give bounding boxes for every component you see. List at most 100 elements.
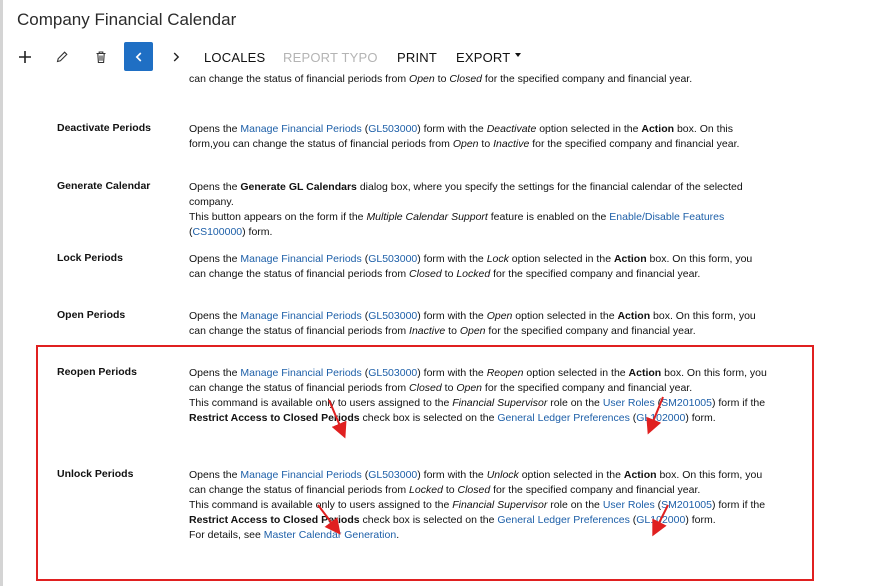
text-run: option selected in the [518, 469, 624, 481]
text-run: feature is enabled on the [487, 211, 610, 223]
text-run: Opens the [189, 181, 241, 193]
text-run: option selected in the [523, 367, 629, 379]
text-run: check box is selected on the [359, 514, 498, 526]
help-link[interactable]: GL503000 [368, 367, 417, 379]
text-run: for the specified company and financial … [482, 73, 693, 85]
help-link[interactable]: CS100000 [193, 226, 243, 238]
italic-term: Financial Supervisor [452, 499, 548, 511]
help-link[interactable]: General Ledger Preferences [497, 412, 630, 424]
text-run: for the specified company and financial … [490, 484, 701, 496]
help-link[interactable]: Manage Financial Periods [240, 253, 361, 265]
description-paragraph: This command is available only to users … [189, 498, 769, 528]
text-run: ) form with the [417, 310, 487, 322]
italic-term: Deactivate [486, 123, 537, 135]
help-link[interactable]: Manage Financial Periods [240, 469, 361, 481]
italic-term: Closed [449, 73, 483, 85]
description-paragraph: Opens the Manage Financial Periods (GL50… [189, 72, 769, 87]
italic-term: Locked [409, 484, 443, 496]
caret-down-icon [515, 53, 522, 57]
command-name: Generate Calendar [57, 180, 151, 192]
help-link[interactable]: Enable/Disable Features [609, 211, 724, 223]
previous-button[interactable] [124, 42, 153, 71]
help-content: Opens the Manage Financial Periods (GL50… [0, 72, 881, 586]
bold-term: Restrict Access to Closed Periods [189, 514, 360, 526]
pencil-icon [56, 51, 68, 63]
text-run: ) form with the [417, 367, 487, 379]
text-run: to [434, 73, 450, 85]
italic-term: Unlock [486, 469, 519, 481]
text-run: role on the [547, 499, 603, 511]
text-run: to [445, 325, 460, 337]
edit-button[interactable] [51, 42, 73, 72]
toolbar: LOCALES REPORT TYPO PRINT EXPORT [0, 42, 881, 72]
description-paragraph: Opens the Manage Financial Periods (GL50… [189, 122, 769, 152]
bold-term: Action [623, 469, 657, 481]
bold-term: Action [641, 123, 675, 135]
text-run: role on the [547, 397, 603, 409]
report-typo-button[interactable]: REPORT TYPO [283, 42, 378, 72]
help-link[interactable]: User Roles [603, 397, 655, 409]
command-description: Opens the Manage Financial Periods (GL50… [189, 252, 769, 282]
italic-term: Open [459, 325, 486, 337]
help-link[interactable]: GL102000 [636, 412, 685, 424]
help-link[interactable]: General Ledger Preferences [497, 514, 630, 526]
bold-term: Action [628, 367, 662, 379]
print-button[interactable]: PRINT [397, 42, 437, 72]
help-link[interactable]: GL503000 [368, 253, 417, 265]
next-button[interactable] [165, 42, 187, 72]
description-paragraph: Opens the Manage Financial Periods (GL50… [189, 366, 769, 396]
command-name: Reopen Periods [57, 366, 137, 378]
help-link[interactable]: GL503000 [368, 123, 417, 135]
command-description: Opens the Manage Financial Periods (GL50… [189, 468, 769, 543]
help-link[interactable]: GL503000 [368, 310, 417, 322]
help-link[interactable]: Manage Financial Periods [240, 123, 361, 135]
text-run: for the specified company and financial … [490, 268, 701, 280]
command-name: Lock Periods [57, 252, 123, 264]
text-run: Opens the [189, 367, 241, 379]
help-link[interactable]: Manage Financial Periods [240, 367, 361, 379]
export-label: EXPORT [456, 49, 511, 65]
text-run: Opens the [189, 310, 241, 322]
command-name: Deactivate Periods [57, 122, 151, 134]
locales-button[interactable]: LOCALES [204, 42, 265, 72]
chevron-left-icon [135, 51, 141, 62]
help-link[interactable]: SM201005 [661, 499, 712, 511]
italic-term: Closed [409, 268, 442, 280]
delete-button[interactable] [90, 42, 112, 72]
text-run: ) form if the [711, 499, 766, 511]
text-run: option selected in the [508, 253, 614, 265]
description-paragraph: Opens the Manage Financial Periods (GL50… [189, 252, 769, 282]
help-link[interactable]: SM201005 [661, 397, 712, 409]
italic-term: Open [456, 382, 483, 394]
text-run: ) form. [685, 412, 716, 424]
add-button[interactable] [14, 42, 36, 72]
help-link[interactable]: GL503000 [368, 469, 417, 481]
help-link[interactable]: Master Calendar Generation [264, 529, 397, 541]
italic-term: Closed [409, 382, 442, 394]
text-run: option selected in the [512, 310, 618, 322]
plus-icon [19, 51, 31, 63]
italic-term: Lock [486, 253, 509, 265]
description-paragraph: Opens the Manage Financial Periods (GL50… [189, 468, 769, 498]
help-link[interactable]: GL102000 [636, 514, 685, 526]
command-description: Opens the Manage Financial Periods (GL50… [189, 122, 769, 152]
bold-term: Restrict Access to Closed Periods [189, 412, 360, 424]
help-link[interactable]: Manage Financial Periods [240, 310, 361, 322]
description-paragraph: This button appears on the form if the M… [189, 210, 769, 240]
help-link[interactable]: User Roles [603, 499, 655, 511]
export-button[interactable]: EXPORT [456, 42, 522, 72]
text-run: to [442, 484, 458, 496]
description-paragraph: Opens the Generate GL Calendars dialog b… [189, 180, 769, 210]
italic-term: Closed [457, 484, 491, 496]
text-run: option selected in the [536, 123, 642, 135]
page-title: Company Financial Calendar [17, 10, 237, 29]
trash-icon [96, 51, 106, 64]
text-run: Opens the [189, 253, 241, 265]
text-run: to [441, 268, 457, 280]
text-run: . [396, 529, 400, 541]
text-run: Opens the [189, 469, 241, 481]
text-run: ) form if the [711, 397, 766, 409]
description-paragraph: Opens the Manage Financial Periods (GL50… [189, 309, 769, 339]
italic-term: Inactive [493, 138, 530, 150]
command-description: Opens the Generate GL Calendars dialog b… [189, 180, 769, 240]
